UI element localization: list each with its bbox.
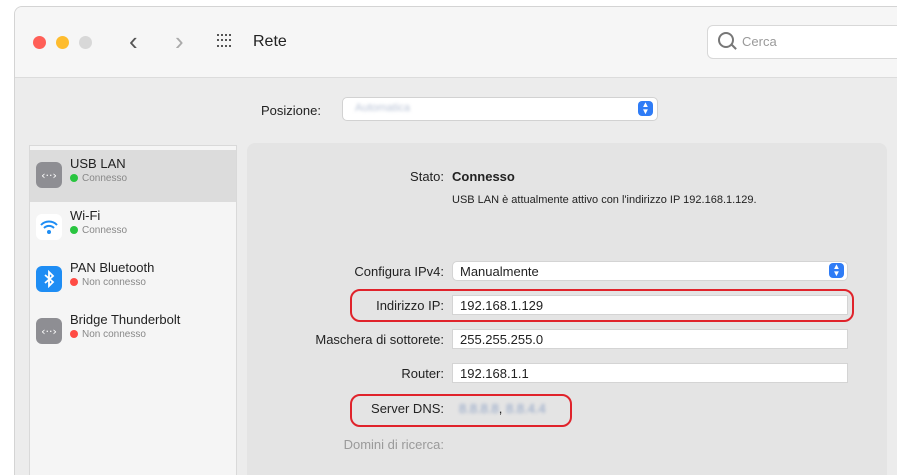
ip-address-highlight <box>350 289 854 322</box>
sidebar-item-usb-lan[interactable]: ‹··› USB LAN Connesso <box>30 150 236 202</box>
zoom-window-button[interactable] <box>79 36 92 49</box>
sidebar-item-label: PAN Bluetooth <box>70 260 155 275</box>
bluetooth-icon <box>36 266 62 292</box>
sidebar-item-label: USB LAN <box>70 156 126 171</box>
search-placeholder: Cerca <box>742 34 777 49</box>
window-title: Rete <box>253 33 287 50</box>
sidebar-item-status: Connesso <box>70 225 127 236</box>
sidebar-item-status: Connesso <box>70 173 127 184</box>
status-dot-icon <box>70 226 78 234</box>
sidebar-item-label: Bridge Thunderbolt <box>70 312 181 327</box>
sidebar-item-pan-bluetooth[interactable]: PAN Bluetooth Non connesso <box>30 254 236 306</box>
configure-ipv4-select[interactable]: Manualmente ▲ ▼ <box>452 261 848 281</box>
subnet-mask-value: 255.255.255.0 <box>460 332 544 347</box>
configure-ipv4-label: Configura IPv4: <box>354 264 444 279</box>
detail-panel: Stato: Connesso USB LAN è attualmente at… <box>247 143 887 475</box>
status-value: Connesso <box>452 169 515 184</box>
sidebar-item-status: Non connesso <box>70 277 146 288</box>
router-field[interactable]: 192.168.1.1 <box>452 363 848 383</box>
forward-button[interactable]: › <box>175 27 184 55</box>
sidebar-item-wifi[interactable]: Wi-Fi Connesso <box>30 202 236 254</box>
sidebar-item-status: Non connesso <box>70 329 146 340</box>
wifi-icon <box>36 214 62 240</box>
location-value: Automatica <box>355 102 411 114</box>
router-value: 192.168.1.1 <box>460 366 529 381</box>
search-input[interactable]: Cerca <box>707 25 897 59</box>
subnet-mask-field[interactable]: 255.255.255.0 <box>452 329 848 349</box>
status-dot-icon <box>70 278 78 286</box>
minimize-window-button[interactable] <box>56 36 69 49</box>
ethernet-icon: ‹··› <box>36 162 62 188</box>
back-button[interactable]: ‹ <box>129 27 138 55</box>
status-dot-icon <box>70 174 78 182</box>
location-select[interactable]: Automatica ▲ ▼ <box>342 97 658 121</box>
subnet-mask-label: Maschera di sottorete: <box>315 332 444 347</box>
status-label: Stato: <box>410 169 444 184</box>
ethernet-icon: ‹··› <box>36 318 62 344</box>
status-description: USB LAN è attualmente attivo con l'indir… <box>452 194 757 206</box>
chevron-updown-icon: ▲ ▼ <box>638 101 653 116</box>
chevron-updown-icon: ▲ ▼ <box>829 263 844 278</box>
close-window-button[interactable] <box>33 36 46 49</box>
dns-server-highlight <box>350 394 572 427</box>
network-window: ‹ › Rete Cerca Posizione: Automatica ▲ ▼ … <box>14 6 897 475</box>
service-list: ‹··› USB LAN Connesso Wi-Fi Connesso PAN… <box>29 145 237 475</box>
toolbar: ‹ › Rete Cerca <box>15 7 897 78</box>
router-label: Router: <box>401 366 444 381</box>
show-all-grid-icon[interactable] <box>217 34 231 48</box>
search-domains-label: Domini di ricerca: <box>343 437 444 452</box>
sidebar-item-bridge-thunderbolt[interactable]: ‹··› Bridge Thunderbolt Non connesso <box>30 306 236 358</box>
location-label: Posizione: <box>261 103 321 118</box>
configure-ipv4-value: Manualmente <box>460 264 539 279</box>
status-dot-icon <box>70 330 78 338</box>
sidebar-item-label: Wi-Fi <box>70 208 101 223</box>
search-icon <box>718 32 734 48</box>
